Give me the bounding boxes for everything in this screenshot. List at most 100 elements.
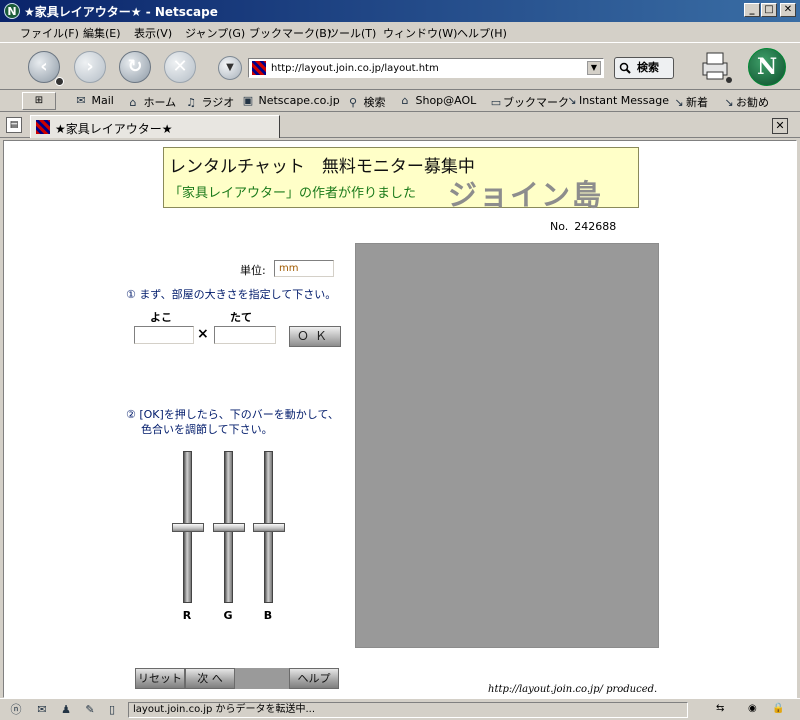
tab-menu-icon[interactable]: ▤ [6,117,22,133]
aim-icon[interactable]: ♟ [58,703,74,717]
bookmark-icon: ↘ [674,96,684,109]
unit-field[interactable] [274,260,334,277]
bookmark-icon: ↘ [724,96,734,109]
visitor-counter: No. 242688 [550,220,622,233]
menu-go[interactable]: ジャンプ(G) [185,25,245,41]
slider-r[interactable] [172,451,204,603]
menu-help[interactable]: ヘルプ(H) [457,25,507,41]
menu-bookmarks[interactable]: ブックマーク(B) [249,25,331,41]
toolbar-item-home[interactable]: ⌂ ホーム [126,94,177,110]
status-bar: ⓝ ✉ ♟ ✎ ▯ layout.join.co.jp からデータを転送中...… [0,698,800,720]
bookmark-folder-icon: ▭ [490,96,502,109]
reload-icon[interactable]: ↻ [119,51,151,83]
magnifier-icon [619,62,631,74]
slider-r-label: R [182,609,192,622]
reset-button[interactable]: リセット [135,668,185,689]
toolbar-item-mail[interactable]: ✉ Mail [74,94,113,107]
height-input[interactable] [215,327,275,343]
toolbar-item-recommend[interactable]: ↘ お勧め [722,94,769,110]
slider-g-thumb[interactable] [213,523,245,532]
menu-view[interactable]: 表示(V) [134,25,172,41]
toolbar-item-instant-message[interactable]: ↘ Instant Message [565,94,669,107]
my-icon: ▣ [242,94,254,107]
new-tab-icon[interactable]: ⊞ [22,92,56,110]
step2-instruction-line2: 色合いを調節して下さい。 [141,423,273,436]
maximize-button[interactable]: □ [761,3,777,17]
search-button-label: 検索 [637,61,659,74]
width-label: よこ [150,311,172,324]
toolbar-item-new[interactable]: ↘ 新着 [672,94,708,110]
menu-bar: ファイル(F) 編集(E) 表示(V) ジャンプ(G) ブックマーク(B) ツー… [0,22,800,42]
slider-b[interactable] [253,451,285,603]
url-input[interactable] [271,60,581,76]
print-icon[interactable] [697,49,733,85]
navigation-toolbar: ‹ › ↻ ✕ ▼ ▼ 検索 N [0,42,800,90]
toolbar-item-netscape[interactable]: ▣ Netscape.co.jp [241,94,340,107]
security-icon: ◉ [748,703,757,714]
window-title: ★家具レイアウター★ - Netscape [24,5,218,19]
slider-r-thumb[interactable] [172,523,204,532]
color-preview [355,243,659,648]
forward-icon[interactable]: › [74,51,106,83]
radio-icon: ♫ [186,96,196,109]
ok-button[interactable]: ＯＫ [289,326,341,347]
toolbar-item-radio[interactable]: ♫ ラジオ [184,94,234,110]
width-input[interactable] [135,327,193,343]
composer-icon[interactable]: ✎ [82,703,98,717]
url-bar[interactable]: ▼ [248,58,604,78]
netscape-status-icon[interactable]: ⓝ [8,703,24,717]
banner-brand: ジョイン島 [448,178,604,212]
close-button[interactable]: ✕ [780,3,796,17]
address-book-icon[interactable]: ▯ [104,703,120,717]
menu-file[interactable]: ファイル(F) [20,25,79,41]
title-bar: N ★家具レイアウター★ - Netscape _ □ ✕ [0,0,800,22]
tab-layouter[interactable]: ★家具レイアウター★ [30,115,280,138]
tab-title: ★家具レイアウター★ [55,122,173,136]
ad-banner[interactable]: レンタルチャット 無料モニター募集中 「家具レイアウター」の作者が作りました ジ… [163,147,639,212]
help-button[interactable]: ヘルプ [289,668,339,689]
site-favicon-icon [252,61,266,75]
step1-instruction: ① まず、部屋の大きさを指定して下さい。 [126,288,337,301]
search-button[interactable]: 検索 [614,57,674,79]
toolbar-item-search[interactable]: ⚲ 検索 [346,94,386,110]
minimize-button[interactable]: _ [744,3,760,17]
url-history-dropdown-icon[interactable]: ▼ [218,56,242,80]
toolbar-item-shop[interactable]: ⌂ Shop@AOL [398,94,477,107]
bookmark-icon: ↘ [567,94,577,107]
netscape-app-icon: N [4,3,20,19]
close-tab-icon[interactable]: ✕ [772,118,788,134]
slider-b-label: B [263,609,273,622]
height-label: たて [230,311,252,324]
produced-credit-link[interactable]: http://layout.join.co.jp/ produced. [488,684,657,695]
tab-favicon-icon [36,120,50,134]
home-icon: ⌂ [129,96,137,109]
status-text: layout.join.co.jp からデータを転送中... [128,702,688,718]
counter-label: No. [550,220,569,233]
menu-edit[interactable]: 編集(E) [83,25,121,41]
page-content: レンタルチャット 無料モニター募集中 「家具レイアウター」の作者が作りました ジ… [3,140,797,698]
unit-input[interactable] [275,261,333,276]
menu-tools[interactable]: ツール(T) [328,25,376,41]
back-history-icon[interactable] [55,77,64,86]
width-field[interactable] [134,326,194,344]
connection-icon: ⇆ [716,703,725,714]
counter-value: 242688 [574,220,617,233]
url-dropdown-icon[interactable]: ▼ [587,61,601,75]
slider-g[interactable] [213,451,245,603]
bottom-button-bar: リセット 次 へ ヘルプ [135,668,339,689]
slider-g-label: G [223,609,233,622]
tab-strip: ▤ ★家具レイアウター★ ✕ [0,113,800,138]
mail-status-icon[interactable]: ✉ [34,703,50,717]
menu-window[interactable]: ウィンドウ(W) [383,25,457,41]
netscape-logo-icon[interactable]: N [748,48,786,86]
search-icon: ⚲ [348,96,358,109]
times-sign: × [197,326,209,342]
banner-headline: レンタルチャット 無料モニター募集中 [169,157,475,177]
stop-icon[interactable]: ✕ [164,51,196,83]
toolbar-item-bookmarks[interactable]: ▭ ブックマーク [489,94,569,110]
unit-label: 単位: [240,264,266,277]
banner-subline: 「家具レイアウター」の作者が作りました [169,186,417,201]
slider-b-thumb[interactable] [253,523,285,532]
next-button[interactable]: 次 へ [185,668,235,689]
height-field[interactable] [214,326,276,344]
